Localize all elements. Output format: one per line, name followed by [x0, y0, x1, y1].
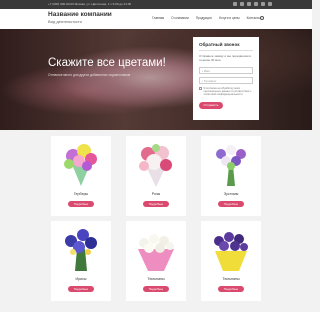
- search-icon[interactable]: [260, 16, 264, 20]
- product-title: Ирисы: [75, 277, 87, 281]
- product-card-roses[interactable]: Розы Подробнее: [126, 136, 186, 216]
- nav-item-about[interactable]: О компании: [171, 16, 189, 20]
- submit-button[interactable]: Отправить: [199, 101, 223, 109]
- nav-item-contacts[interactable]: Контакты: [247, 16, 261, 20]
- product-card-tulips-white[interactable]: Тюльпаны Подробнее: [126, 221, 186, 301]
- product-card-eustoma[interactable]: Эустомы Подробнее: [201, 136, 261, 216]
- nav-item-services[interactable]: Услуги и цены: [219, 16, 240, 20]
- tulips-bouquet-image: [214, 232, 248, 271]
- youtube-icon[interactable]: [261, 2, 265, 6]
- product-title: Тюльпаны: [147, 277, 165, 281]
- company-name: Название компании: [48, 11, 112, 18]
- divider: [199, 50, 253, 51]
- hero-overlay: [0, 29, 312, 130]
- details-button[interactable]: Подробнее: [143, 286, 169, 292]
- details-button[interactable]: Подробнее: [68, 201, 94, 207]
- hero-title: Скажите все цветами!: [48, 57, 166, 69]
- site-header: Название компании Вид деятельности Главн…: [0, 9, 312, 29]
- instagram-icon[interactable]: [254, 2, 258, 6]
- product-card-gerbera[interactable]: Герберы Подробнее: [51, 136, 111, 216]
- roses-bouquet-image: [139, 144, 172, 187]
- product-card-tulips-purple[interactable]: Тюльпаны Подробнее: [201, 221, 261, 301]
- vk-icon[interactable]: [233, 2, 237, 6]
- twitter-icon[interactable]: [247, 2, 251, 6]
- tulips-bouquet-image: [138, 234, 174, 271]
- consent-text: Я согласен на обработку моих персональны…: [203, 86, 252, 97]
- consent-checkbox[interactable]: [199, 87, 202, 91]
- details-button[interactable]: Подробнее: [218, 201, 244, 207]
- product-title: Тюльпаны: [222, 277, 240, 281]
- consent-row: Я согласен на обработку моих персональны…: [199, 87, 253, 97]
- top-bar: +7 (000) 000-00-00 Москва, ул. Цветочная…: [0, 0, 312, 9]
- name-field[interactable]: • Имя: [199, 66, 253, 74]
- product-title: Эустомы: [223, 192, 239, 196]
- hero-banner: Скажите все цветами! Отличное место для …: [0, 29, 312, 130]
- odnoklassniki-icon[interactable]: [268, 2, 272, 6]
- callback-title: Обратный звонок: [199, 42, 240, 47]
- product-title: Розы: [151, 192, 161, 196]
- phone-field[interactable]: • Телефон: [199, 76, 253, 84]
- nav-item-home[interactable]: Главная: [152, 16, 164, 20]
- product-card-irises[interactable]: Ирисы Подробнее: [51, 221, 111, 301]
- main-nav: Главная О компании Продукция Услуги и це…: [152, 16, 264, 20]
- company-subtitle: Вид деятельности: [48, 19, 82, 24]
- social-links: [233, 2, 272, 6]
- details-button[interactable]: Подробнее: [218, 286, 244, 292]
- irises-bouquet-image: [65, 229, 97, 271]
- details-button[interactable]: Подробнее: [143, 201, 169, 207]
- facebook-icon[interactable]: [240, 2, 244, 6]
- product-title: Герберы: [73, 192, 89, 196]
- nav-item-products[interactable]: Продукция: [196, 16, 212, 20]
- callback-description: Отправьте заявку и мы перезвоним в течен…: [199, 53, 251, 62]
- top-contacts: +7 (000) 000-00-00 Москва, ул. Цветочная…: [48, 2, 132, 6]
- gerbera-bouquet-image: [64, 144, 97, 186]
- callback-form: Обратный звонок Отправьте заявку и мы пе…: [193, 37, 259, 120]
- hero-lead: Отличное место для других добавочных под…: [48, 73, 131, 77]
- details-button[interactable]: Подробнее: [68, 286, 94, 292]
- logo[interactable]: Название компании Вид деятельности: [48, 11, 112, 24]
- eustoma-bouquet-image: [216, 145, 246, 186]
